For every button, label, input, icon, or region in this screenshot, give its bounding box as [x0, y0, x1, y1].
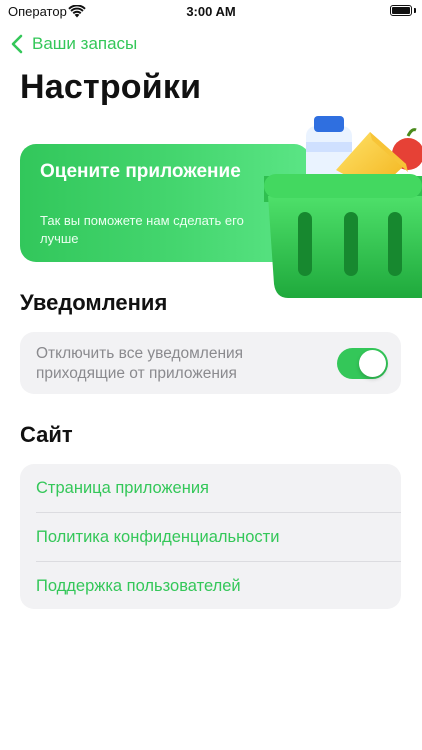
notifications-section-title: Уведомления	[20, 290, 168, 315]
rate-app-title: Оцените приложение	[40, 161, 241, 182]
site-links-group: Страница приложения Политика конфиденциа…	[20, 464, 401, 609]
site-section-title: Сайт	[20, 422, 73, 447]
battery-tip	[414, 8, 416, 13]
user-support-link[interactable]: Поддержка пользователей	[36, 562, 401, 610]
app-page-link[interactable]: Страница приложения	[36, 464, 401, 512]
status-bar: Оператор 3:00 AM	[0, 0, 422, 24]
clock: 3:00 AM	[186, 4, 236, 19]
privacy-policy-link[interactable]: Политика конфиденциальности	[36, 513, 401, 561]
switch-knob	[359, 350, 386, 377]
page-title: Настройки	[20, 68, 202, 106]
back-label: Ваши запасы	[32, 34, 138, 53]
grocery-basket-illustration	[264, 116, 422, 298]
battery-icon	[390, 5, 412, 16]
settings-screen: Оператор 3:00 AM Ваши запасы Настройки О…	[0, 0, 422, 750]
notifications-toggle-switch[interactable]	[337, 348, 388, 379]
rate-app-subtitle: Так вы поможете нам сделать его лучше	[40, 213, 244, 246]
notifications-toggle-row: Отключить все уведомления приходящие от …	[20, 332, 401, 394]
notifications-toggle-label: Отключить все уведомления приходящие от …	[36, 345, 244, 382]
back-button[interactable]: Ваши запасы	[10, 32, 137, 56]
chevron-left-icon	[11, 34, 23, 54]
